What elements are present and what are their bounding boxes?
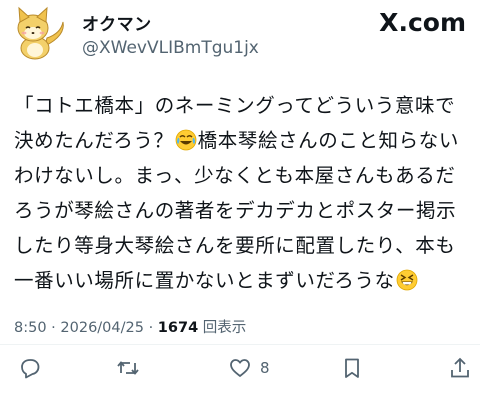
tweet-line: わけないし。まっ、少なくとも本屋さんもあるだ	[14, 164, 456, 187]
x-logo: X.com	[379, 8, 466, 37]
user-handle[interactable]: @XWevVLIBmTgu1jx	[82, 38, 259, 58]
avatar[interactable]	[7, 6, 67, 62]
x-brand-text: X.com	[379, 8, 466, 37]
tweet-header: オクマン @XWevVLIBmTgu1jx X.com	[0, 0, 480, 72]
divider	[0, 344, 480, 345]
tweet-line: ろうが琴絵さんの著者をデカデカとポスター掲示	[14, 199, 457, 222]
share-icon	[451, 357, 469, 378]
bookmark-icon	[345, 358, 359, 378]
view-count-label: 回表示	[202, 320, 247, 336]
face-with-tears-of-joy-icon	[175, 127, 197, 151]
display-name[interactable]: オクマン	[82, 10, 152, 35]
tweet-line: 「コトエ橋本」のネーミングってどういう意味で	[14, 94, 456, 117]
heart-icon	[230, 359, 250, 377]
like-button[interactable]: 8	[228, 354, 270, 382]
view-count: 1674	[157, 320, 199, 336]
meta-separator: ·	[51, 320, 56, 336]
tweet-line: 決めたんだろう？	[14, 129, 174, 152]
fox-avatar-icon	[17, 6, 64, 60]
bookmark-button[interactable]	[340, 354, 364, 382]
tweet-text: 「コトエ橋本」のネーミングってどういう意味で 決めたんだろう？ 橋本琴絵さんのこと…	[14, 88, 476, 298]
tweet-time[interactable]: 8:50	[14, 320, 47, 336]
retweet-icon	[117, 361, 139, 375]
tweet-line: 一番いい場所に置かないとまずいだろうな	[14, 269, 395, 292]
action-bar: 8	[0, 352, 480, 386]
retweet-button[interactable]	[116, 354, 140, 382]
grinning-squinting-face-icon	[396, 267, 418, 291]
meta-separator: ·	[148, 320, 154, 336]
tweet-line: したり等身大琴絵さんを要所に配置したり、本も	[14, 234, 456, 257]
tweet-meta: 8:50 · 2026/04/25 · 1674 回表示	[14, 316, 246, 337]
tweet-date[interactable]: 2026/04/25	[60, 320, 144, 336]
reply-button[interactable]	[18, 354, 42, 382]
share-button[interactable]	[448, 354, 472, 382]
tweet-line: 橋本琴絵さんのこと知らない	[197, 129, 459, 152]
reply-icon	[21, 359, 40, 379]
like-count: 8	[260, 359, 270, 377]
